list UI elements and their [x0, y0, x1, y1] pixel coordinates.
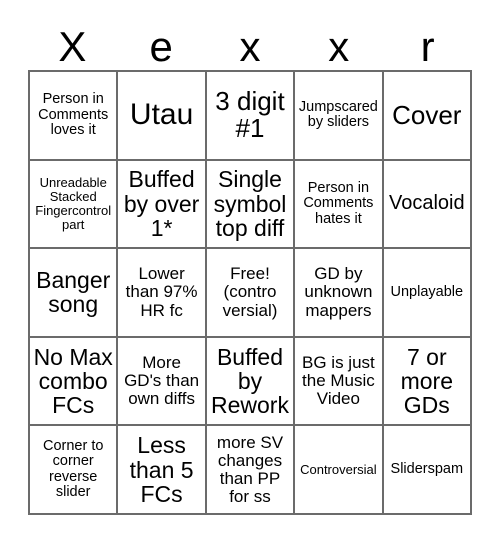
bingo-cell-r3c3[interactable]: BG is just the Music Video: [295, 337, 384, 427]
bingo-cell-label: Person in Comments hates it: [303, 179, 374, 227]
bingo-cell-label: Buffed by Rework: [211, 343, 289, 419]
bingo-cell-r4c0[interactable]: Corner to corner reverse slider: [30, 426, 119, 515]
bingo-cell-r1c0[interactable]: Unreadable Stacked Fingercontrol part: [30, 160, 119, 250]
bingo-grid: Person in Comments loves it Utau 3 digit…: [28, 70, 472, 515]
bingo-cell-label: 3 digit #1: [215, 85, 285, 144]
bingo-cell-label: Utau: [129, 98, 194, 132]
bingo-cell-label: Controversial: [300, 461, 377, 477]
bingo-cell-label: Single symbol top diff: [213, 166, 287, 242]
bingo-cell-r3c4[interactable]: 7 or more GDs: [383, 337, 472, 427]
bingo-card: X e x x r Person in Comments loves it Ut…: [0, 0, 500, 544]
bingo-title-row: X e x x r: [28, 14, 472, 70]
bingo-cell-label: more SV changes than PP for ss: [216, 432, 284, 506]
bingo-cell-r0c0[interactable]: Person in Comments loves it: [30, 72, 119, 161]
bingo-cell-r4c3[interactable]: Controversial: [295, 426, 384, 515]
bingo-cell-r2c1[interactable]: Lower than 97% HR fc: [118, 249, 207, 338]
bingo-cell-free-space[interactable]: Free! (contro versial): [206, 249, 296, 338]
bingo-title-letter-1: e: [149, 23, 173, 70]
bingo-cell-label: Vocaloid: [388, 192, 465, 215]
bingo-title-letter-3: x: [328, 23, 350, 70]
bingo-cell-r3c0[interactable]: No Max combo FCs: [30, 337, 119, 427]
bingo-cell-r3c2[interactable]: Buffed by Rework: [206, 337, 296, 427]
bingo-cell-r2c4[interactable]: Unplayable: [383, 249, 472, 338]
bingo-cell-label: Cover: [392, 99, 462, 130]
bingo-title-letter-0: X: [58, 23, 87, 70]
bingo-cell-label: Person in Comments loves it: [38, 91, 109, 138]
bingo-cell-label: GD by unknown mappers: [304, 264, 373, 320]
bingo-title-letter-4: r: [420, 23, 435, 70]
bingo-cell-r1c2[interactable]: Single symbol top diff: [206, 160, 296, 250]
bingo-cell-r0c1[interactable]: Utau: [118, 72, 207, 161]
bingo-cell-label: Free! (contro versial): [222, 264, 278, 320]
bingo-cell-r0c4[interactable]: Cover: [383, 72, 472, 161]
bingo-cell-r0c3[interactable]: Jumpscared by sliders: [295, 72, 384, 161]
bingo-cell-label: Unplayable: [390, 283, 464, 300]
bingo-cell-label: Less than 5 FCs: [129, 432, 194, 507]
bingo-cell-label: 7 or more GDs: [400, 343, 453, 419]
bingo-cell-r0c2[interactable]: 3 digit #1: [206, 72, 296, 161]
bingo-cell-r2c0[interactable]: Banger song: [30, 249, 119, 338]
bingo-cell-r4c1[interactable]: Less than 5 FCs: [118, 426, 207, 515]
bingo-cell-r1c1[interactable]: Buffed by over 1*: [118, 160, 207, 250]
bingo-cell-label: Buffed by over 1*: [123, 166, 200, 242]
bingo-title-letter-2: x: [239, 23, 261, 70]
bingo-cell-r2c3[interactable]: GD by unknown mappers: [295, 249, 384, 338]
bingo-cell-label: Jumpscared by sliders: [298, 98, 378, 131]
bingo-cell-r1c4[interactable]: Vocaloid: [383, 160, 472, 250]
bingo-cell-r4c4[interactable]: Sliderspam: [383, 426, 472, 515]
bingo-cell-label: Lower than 97% HR fc: [125, 264, 198, 320]
bingo-cell-label: Corner to corner reverse slider: [42, 437, 104, 501]
bingo-cell-r4c2[interactable]: more SV changes than PP for ss: [206, 426, 296, 515]
bingo-cell-label: More GD's than own diffs: [124, 353, 200, 409]
bingo-cell-r3c1[interactable]: More GD's than own diffs: [118, 337, 207, 427]
bingo-cell-r1c3[interactable]: Person in Comments hates it: [295, 160, 384, 250]
bingo-cell-label: Banger song: [36, 267, 111, 318]
bingo-cell-label: Sliderspam: [390, 461, 464, 477]
bingo-cell-label: Unreadable Stacked Fingercontrol part: [35, 175, 112, 232]
bingo-cell-label: No Max combo FCs: [33, 343, 113, 419]
bingo-cell-label: BG is just the Music Video: [302, 353, 375, 409]
